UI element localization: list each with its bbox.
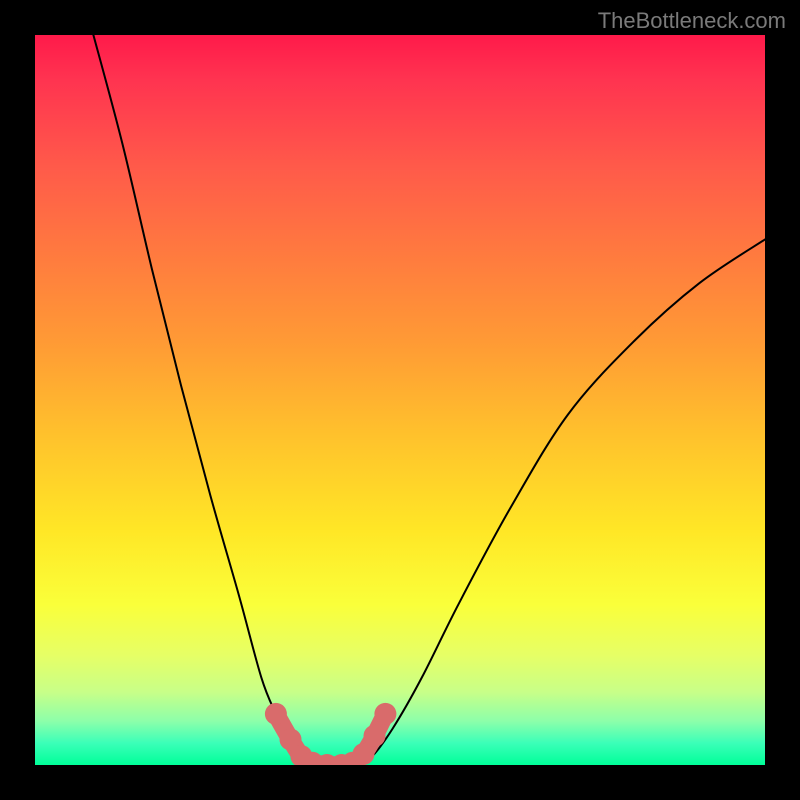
series-right-curve <box>356 239 765 765</box>
series-left-curve <box>93 35 319 765</box>
valley-point <box>364 725 386 747</box>
curve-layer <box>93 35 765 765</box>
valley-point <box>353 743 375 765</box>
valley-point <box>374 703 396 725</box>
valley-highlight <box>265 703 397 765</box>
chart-svg <box>35 35 765 765</box>
watermark-text: TheBottleneck.com <box>598 8 786 34</box>
chart-plot-area <box>35 35 765 765</box>
valley-point <box>265 703 287 725</box>
